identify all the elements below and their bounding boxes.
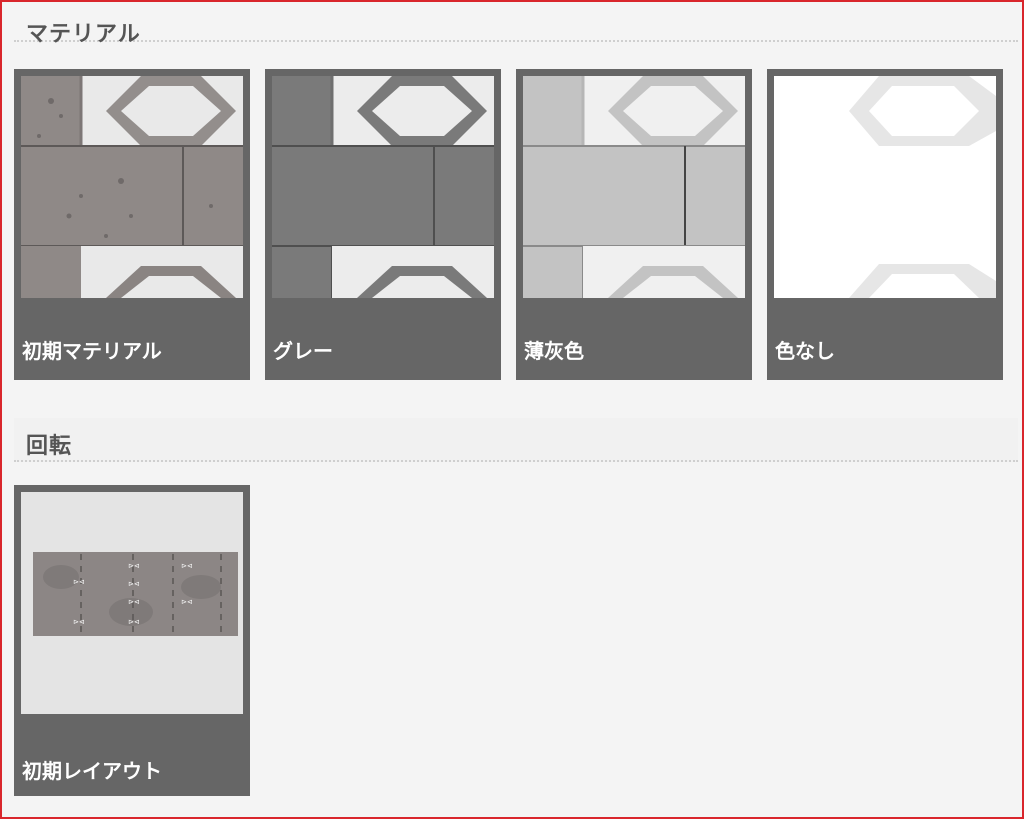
svg-text:⊳⊲: ⊳⊲ [128, 580, 140, 588]
light-gray-texture-icon [523, 76, 745, 298]
svg-text:⊳⊲: ⊳⊲ [73, 618, 85, 626]
material-card-no-color[interactable]: 色なし [767, 69, 1003, 380]
rotation-card-initial-layout[interactable]: ⊳⊲ ⊳⊲ ⊳⊲ ⊳⊲ ⊳⊲ ⊳⊲ ⊳⊲ ⊳⊲ 初期レイアウト [14, 485, 250, 796]
rotation-card-label: 初期レイアウト [22, 759, 162, 783]
gray-texture-icon [272, 76, 494, 298]
material-card-gray[interactable]: グレー [265, 69, 501, 380]
material-card-label: 色なし [775, 339, 835, 363]
rotation-section: 回転 [14, 418, 1018, 462]
initial-layout-icon: ⊳⊲ ⊳⊲ ⊳⊲ ⊳⊲ ⊳⊲ ⊳⊲ ⊳⊲ ⊳⊲ [21, 492, 243, 714]
no-color-texture-icon [774, 76, 996, 298]
material-section: マテリアル [14, 8, 1018, 47]
svg-text:⊳⊲: ⊳⊲ [181, 562, 193, 570]
material-card-label: 初期マテリアル [22, 339, 162, 363]
material-card-label: 薄灰色 [524, 339, 584, 363]
section-title-material: マテリアル [14, 8, 1018, 47]
material-card-light-gray[interactable]: 薄灰色 [516, 69, 752, 380]
svg-text:⊳⊲: ⊳⊲ [128, 618, 140, 626]
concrete-texture-icon [21, 76, 243, 298]
material-card-initial[interactable]: 初期マテリアル [14, 69, 250, 380]
svg-text:⊳⊲: ⊳⊲ [181, 598, 193, 606]
svg-text:⊳⊲: ⊳⊲ [73, 578, 85, 586]
material-card-label: グレー [273, 339, 333, 363]
svg-text:⊳⊲: ⊳⊲ [128, 562, 140, 570]
section-title-rotation: 回転 [14, 418, 1018, 462]
svg-text:⊳⊲: ⊳⊲ [128, 598, 140, 606]
